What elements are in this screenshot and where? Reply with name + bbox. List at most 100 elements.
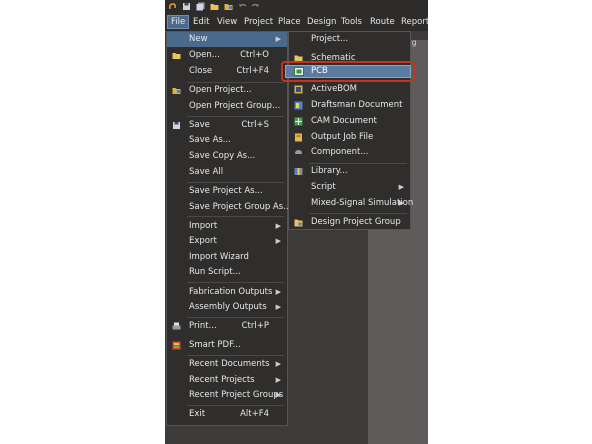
redo-icon[interactable]: [251, 2, 260, 11]
menu-item-label: Save As...: [189, 135, 231, 145]
menu-tools[interactable]: Tools: [341, 17, 362, 27]
save-all-icon[interactable]: [196, 2, 205, 11]
menu-item-label: Import: [189, 221, 218, 231]
menu-item-label: Project...: [311, 34, 349, 44]
shortcut-text: Alt+F4: [240, 409, 269, 419]
menu-edit[interactable]: Edit: [193, 17, 209, 27]
new-menu-cam-document[interactable]: CAM Document: [289, 114, 410, 129]
menu-route[interactable]: Route: [370, 17, 395, 27]
file-menu-export[interactable]: Export ▶: [167, 234, 287, 249]
menu-item-label: Open...: [189, 50, 220, 60]
file-menu-assembly-outputs[interactable]: Assembly Outputs ▶: [167, 300, 287, 315]
new-menu-output-job-file[interactable]: Output Job File: [289, 130, 410, 145]
menu-item-label: Open Project...: [189, 85, 252, 95]
undo-icon[interactable]: [238, 2, 247, 11]
shortcut-text: Ctrl+O: [240, 50, 269, 60]
menu-item-label: Export: [189, 236, 217, 246]
menu-item-label: Assembly Outputs: [189, 302, 267, 312]
menu-item-label: Print...: [189, 321, 217, 331]
file-menu-recent-documents[interactable]: Recent Documents ▶: [167, 357, 287, 372]
menu-item-label: Fabrication Outputs: [189, 287, 273, 297]
submenu-arrow-icon: ▶: [275, 288, 281, 296]
file-menu-save-project-as[interactable]: Save Project As...: [167, 184, 287, 199]
menu-item-label: Script: [311, 182, 336, 192]
menu-item-label: Save Project As...: [189, 186, 263, 196]
new-menu-project[interactable]: Project...: [289, 32, 410, 47]
menu-item-label: Component...: [311, 147, 369, 157]
menu-item-label: Draftsman Document: [311, 100, 403, 110]
shortcut-text: Ctrl+S: [241, 120, 269, 130]
new-menu-draftsman-document[interactable]: Draftsman Document: [289, 98, 410, 113]
file-menu-import[interactable]: Import ▶: [167, 219, 287, 234]
menu-file[interactable]: File: [167, 15, 190, 29]
submenu-arrow-icon: ▶: [275, 376, 281, 384]
file-menu-save-project-group-as[interactable]: Save Project Group As...: [167, 200, 291, 215]
file-menu-print[interactable]: Print... Ctrl+P: [167, 319, 287, 334]
submenu-arrow-icon: ▶: [275, 303, 281, 311]
file-menu-open[interactable]: Open... Ctrl+O: [167, 48, 287, 63]
file-menu-recent-project-groups[interactable]: Recent Project Groups ▶: [167, 388, 287, 403]
menu-separator: [309, 213, 407, 214]
menu-separator: [187, 182, 284, 183]
new-menu-design-project-group[interactable]: Design Project Group: [289, 215, 410, 230]
menu-item-label: ActiveBOM: [311, 84, 357, 94]
menu-item-label: Run Script...: [189, 267, 241, 277]
menu-item-label: Save Project Group As...: [189, 202, 292, 212]
file-menu-recent-projects[interactable]: Recent Projects ▶: [167, 373, 287, 388]
output-job-icon: [295, 133, 302, 142]
file-menu-open-project[interactable]: Open Project...: [167, 83, 287, 98]
menu-item-label: Close: [189, 66, 213, 76]
menu-place[interactable]: Place: [278, 17, 301, 27]
highlight-callout-box: [281, 61, 415, 82]
menu-bar: File Edit View Project Place Design Tool…: [165, 14, 428, 31]
pdf-icon: [172, 341, 181, 350]
file-menu-close[interactable]: Close Ctrl+F4: [167, 64, 287, 79]
new-menu-component[interactable]: Component...: [289, 145, 410, 160]
file-menu-run-script[interactable]: Run Script...: [167, 265, 287, 280]
draftsman-icon: [294, 101, 303, 110]
file-menu-smart-pdf[interactable]: Smart PDF...: [167, 338, 287, 353]
file-menu-save[interactable]: Save Ctrl+S: [167, 118, 287, 133]
shortcut-text: Ctrl+P: [241, 321, 269, 331]
file-menu-new[interactable]: New ▶: [167, 32, 287, 47]
menu-item-label: Exit: [189, 409, 206, 419]
new-menu-mixed-signal-simulation[interactable]: Mixed-Signal Simulation ▶: [289, 196, 413, 211]
app-logo-icon: [169, 3, 176, 10]
submenu-arrow-icon: ▶: [398, 199, 404, 207]
open-folder-icon[interactable]: [210, 2, 219, 11]
file-menu-exit[interactable]: Exit Alt+F4: [167, 407, 287, 422]
shortcut-text: Ctrl+F4: [236, 66, 269, 76]
menu-separator: [187, 405, 284, 406]
open-project-icon[interactable]: [224, 2, 233, 11]
file-menu-save-all[interactable]: Save All: [167, 165, 287, 180]
printer-icon: [172, 322, 181, 330]
file-menu-import-wizard[interactable]: Import Wizard: [167, 250, 287, 265]
menu-separator: [187, 317, 284, 318]
file-menu-open-project-group[interactable]: Open Project Group...: [167, 99, 287, 114]
new-menu-activebom[interactable]: ActiveBOM: [289, 82, 410, 97]
library-icon: [294, 168, 303, 175]
submenu-arrow-icon: ▶: [275, 391, 281, 399]
file-menu-dropdown: New ▶ Open... Ctrl+O Close Ctrl+F4 Open …: [166, 31, 291, 426]
menu-item-label: Design Project Group: [311, 217, 401, 227]
menu-item-label: Save: [189, 120, 210, 130]
file-menu-fabrication-outputs[interactable]: Fabrication Outputs ▶: [167, 285, 287, 300]
file-menu-save-copy-as[interactable]: Save Copy As...: [167, 149, 287, 164]
open-project-icon: [172, 88, 181, 94]
open-folder-icon: [172, 53, 181, 59]
new-menu-script[interactable]: Script ▶: [289, 180, 410, 195]
menu-item-label: Import Wizard: [189, 252, 249, 262]
menu-project[interactable]: Project: [244, 17, 273, 27]
menu-separator: [187, 116, 284, 117]
menu-item-label: Save All: [189, 167, 224, 177]
save-icon[interactable]: [182, 2, 191, 11]
menu-item-label: Output Job File: [311, 132, 374, 142]
new-menu-library[interactable]: Library...: [289, 164, 410, 179]
menu-item-label: New: [189, 34, 208, 44]
menu-design[interactable]: Design: [307, 17, 336, 27]
submenu-arrow-icon: ▶: [275, 237, 281, 245]
menu-item-label: Save Copy As...: [189, 151, 256, 161]
file-menu-save-as[interactable]: Save As...: [167, 133, 287, 148]
menu-reports[interactable]: Reports: [401, 17, 428, 27]
menu-view[interactable]: View: [217, 17, 237, 27]
